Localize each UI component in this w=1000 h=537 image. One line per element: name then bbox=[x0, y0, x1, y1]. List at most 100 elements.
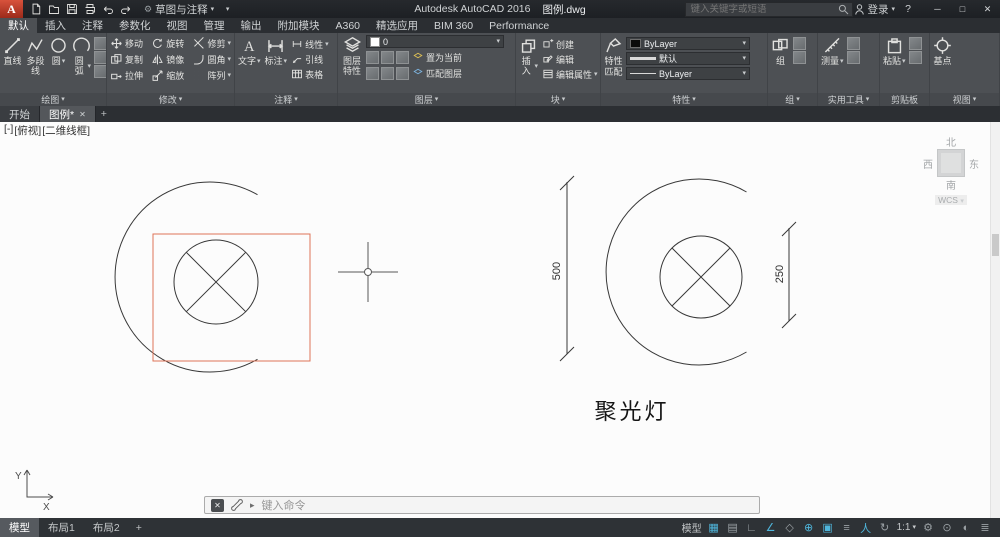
annotation-visibility-icon[interactable]: 人 bbox=[859, 520, 873, 536]
viewport-view-control[interactable]: [俯视] bbox=[14, 123, 41, 138]
new-layout-button[interactable]: + bbox=[129, 518, 149, 537]
panel-title-modify[interactable]: 修改▾ bbox=[107, 93, 234, 106]
snap-icon[interactable]: ▤ bbox=[726, 521, 740, 534]
move-tool[interactable]: 移动 bbox=[109, 36, 148, 50]
layer-off-icon[interactable] bbox=[366, 51, 379, 64]
maximize-button[interactable]: □ bbox=[950, 0, 975, 18]
arc-tool[interactable]: 圆弧▾ bbox=[71, 35, 92, 93]
insert-block-tool[interactable]: 插入▾ bbox=[518, 35, 539, 93]
polyline-tool[interactable]: 多段线 bbox=[25, 35, 46, 93]
match-layer-tool[interactable]: 匹配图层 bbox=[411, 66, 463, 80]
new-file-icon[interactable] bbox=[27, 2, 44, 17]
hatch-icon[interactable] bbox=[94, 65, 106, 78]
tab-addins[interactable]: 附加模块 bbox=[270, 18, 328, 33]
spotlight-arc-left[interactable] bbox=[115, 182, 257, 372]
viewcube-face[interactable] bbox=[937, 149, 965, 177]
lineweight-display-icon[interactable]: ≡ bbox=[840, 522, 854, 534]
redo-icon[interactable] bbox=[117, 2, 134, 17]
spotlight-arc-right[interactable] bbox=[606, 179, 746, 365]
tab-output[interactable]: 输出 bbox=[233, 18, 270, 33]
tab-featured-apps[interactable]: 精选应用 bbox=[368, 18, 426, 33]
group-edit-icon[interactable] bbox=[793, 51, 806, 64]
linear-dim-tool[interactable]: 线性▾ bbox=[290, 37, 330, 51]
quick-select-icon[interactable] bbox=[847, 37, 860, 50]
spotlight-cross-left[interactable] bbox=[186, 252, 245, 311]
model-layout-tab[interactable]: 模型 bbox=[0, 518, 39, 537]
trim-tool[interactable]: 修剪▾ bbox=[191, 36, 232, 50]
app-menu-button[interactable]: A bbox=[0, 0, 23, 18]
paste-tool[interactable]: 粘贴▾ bbox=[882, 35, 907, 93]
help-icon[interactable]: ? bbox=[901, 3, 915, 15]
stretch-tool[interactable]: 拉伸 bbox=[109, 68, 148, 82]
linetype-select[interactable]: ByLayer ▾ bbox=[626, 67, 750, 80]
tab-annotate[interactable]: 注释 bbox=[74, 18, 111, 33]
object-snap-tracking-icon[interactable]: ⊕ bbox=[802, 521, 816, 534]
measure-tool[interactable]: 测量▾ bbox=[820, 35, 845, 93]
circle-tool[interactable]: 圆▾ bbox=[48, 35, 69, 93]
viewcube-south[interactable]: 南 bbox=[916, 177, 986, 192]
minimize-button[interactable]: ─ bbox=[925, 0, 950, 18]
object-snap-icon[interactable]: ▣ bbox=[821, 521, 835, 534]
panel-title-draw[interactable]: 绘图▾ bbox=[0, 93, 106, 106]
model-space-toggle[interactable]: 模型 bbox=[682, 520, 702, 535]
layer-isolate-icon[interactable] bbox=[366, 67, 379, 80]
command-line-close-icon[interactable]: ✕ bbox=[211, 499, 224, 512]
tab-parametric[interactable]: 参数化 bbox=[111, 18, 159, 33]
object-color-select[interactable]: ByLayer ▾ bbox=[626, 37, 750, 50]
tab-bim360[interactable]: BIM 360 bbox=[426, 18, 481, 33]
command-input[interactable]: 键入命令 bbox=[262, 497, 306, 513]
layer-properties-tool[interactable]: 图层特性 bbox=[340, 35, 364, 93]
open-file-icon[interactable] bbox=[45, 2, 62, 17]
annotation-scale-control[interactable]: 1:1▾ bbox=[897, 522, 916, 533]
annotation-monitor-icon[interactable]: ⊙ bbox=[940, 521, 954, 534]
layout2-tab[interactable]: 布局2 bbox=[84, 518, 129, 537]
cut-icon[interactable] bbox=[909, 37, 922, 50]
polar-tracking-icon[interactable]: ∠ bbox=[764, 521, 778, 534]
layer-freeze-icon[interactable] bbox=[381, 51, 394, 64]
panel-title-clipboard[interactable]: 剪贴板 bbox=[880, 93, 929, 106]
panel-title-view[interactable]: 视图▾ bbox=[930, 93, 999, 106]
annotation-autoscale-icon[interactable]: ↻ bbox=[878, 521, 892, 534]
panel-title-properties[interactable]: 特性▾ bbox=[601, 93, 767, 106]
fillet-tool[interactable]: 圆角▾ bbox=[191, 52, 232, 66]
ungroup-icon[interactable] bbox=[793, 37, 806, 50]
ortho-icon[interactable]: ∟ bbox=[745, 522, 759, 534]
edit-attributes-tool[interactable]: 编辑属性▾ bbox=[541, 67, 599, 81]
edit-block-tool[interactable]: 编辑 bbox=[541, 52, 599, 66]
base-point-tool[interactable]: 基点 bbox=[932, 35, 953, 93]
tab-manage[interactable]: 管理 bbox=[196, 18, 233, 33]
save-icon[interactable] bbox=[63, 2, 80, 17]
match-properties-tool[interactable]: 特性 匹配 bbox=[603, 35, 624, 93]
spotlight-cross-right[interactable] bbox=[672, 248, 730, 306]
tab-insert[interactable]: 插入 bbox=[37, 18, 74, 33]
lineweight-select[interactable]: 默认 ▾ bbox=[626, 52, 750, 65]
tab-a360[interactable]: A360 bbox=[328, 18, 369, 33]
layer-unisolate-icon[interactable] bbox=[381, 67, 394, 80]
isolate-objects-icon[interactable]: ◐ bbox=[959, 522, 973, 534]
panel-title-block[interactable]: 块▾ bbox=[516, 93, 600, 106]
line-tool[interactable]: 直线 bbox=[2, 35, 23, 93]
layer-lock-icon[interactable] bbox=[396, 51, 409, 64]
viewport-minimize-control[interactable]: [-] bbox=[4, 123, 13, 138]
tab-home[interactable]: 默认 bbox=[0, 18, 37, 33]
tab-performance[interactable]: Performance bbox=[481, 18, 557, 33]
command-line-customize-icon[interactable] bbox=[231, 499, 243, 511]
viewcube[interactable]: 北 西 东 南 WCS ▾ bbox=[916, 134, 986, 206]
command-line[interactable]: ✕ ▸ 键入命令 bbox=[204, 496, 760, 514]
workspace-gear-icon[interactable]: ⚙ bbox=[921, 521, 935, 534]
array-tool[interactable]: 阵列▾ bbox=[191, 68, 232, 82]
scrollbar-thumb[interactable] bbox=[992, 234, 999, 256]
customize-icon[interactable]: ≣ bbox=[978, 521, 992, 534]
drawing-area[interactable]: [-] [俯视] [二维线框] 500 bbox=[0, 122, 1000, 518]
qat-customize-icon[interactable]: ▾ bbox=[219, 2, 236, 17]
rectangle-icon[interactable] bbox=[94, 37, 106, 50]
layer-walk-icon[interactable] bbox=[396, 67, 409, 80]
search-icon[interactable] bbox=[838, 4, 849, 15]
plot-icon[interactable] bbox=[81, 2, 98, 17]
signin-button[interactable]: 登录 ▾ bbox=[855, 2, 895, 17]
viewport-visual-style-control[interactable]: [二维线框] bbox=[42, 123, 90, 138]
grid-icon[interactable]: ▦ bbox=[707, 521, 721, 534]
new-drawing-button[interactable]: + bbox=[96, 106, 112, 122]
mirror-tool[interactable]: 镜像 bbox=[150, 52, 189, 66]
drawing-canvas[interactable]: 500 250 聚光灯 Y X bbox=[0, 122, 1000, 518]
